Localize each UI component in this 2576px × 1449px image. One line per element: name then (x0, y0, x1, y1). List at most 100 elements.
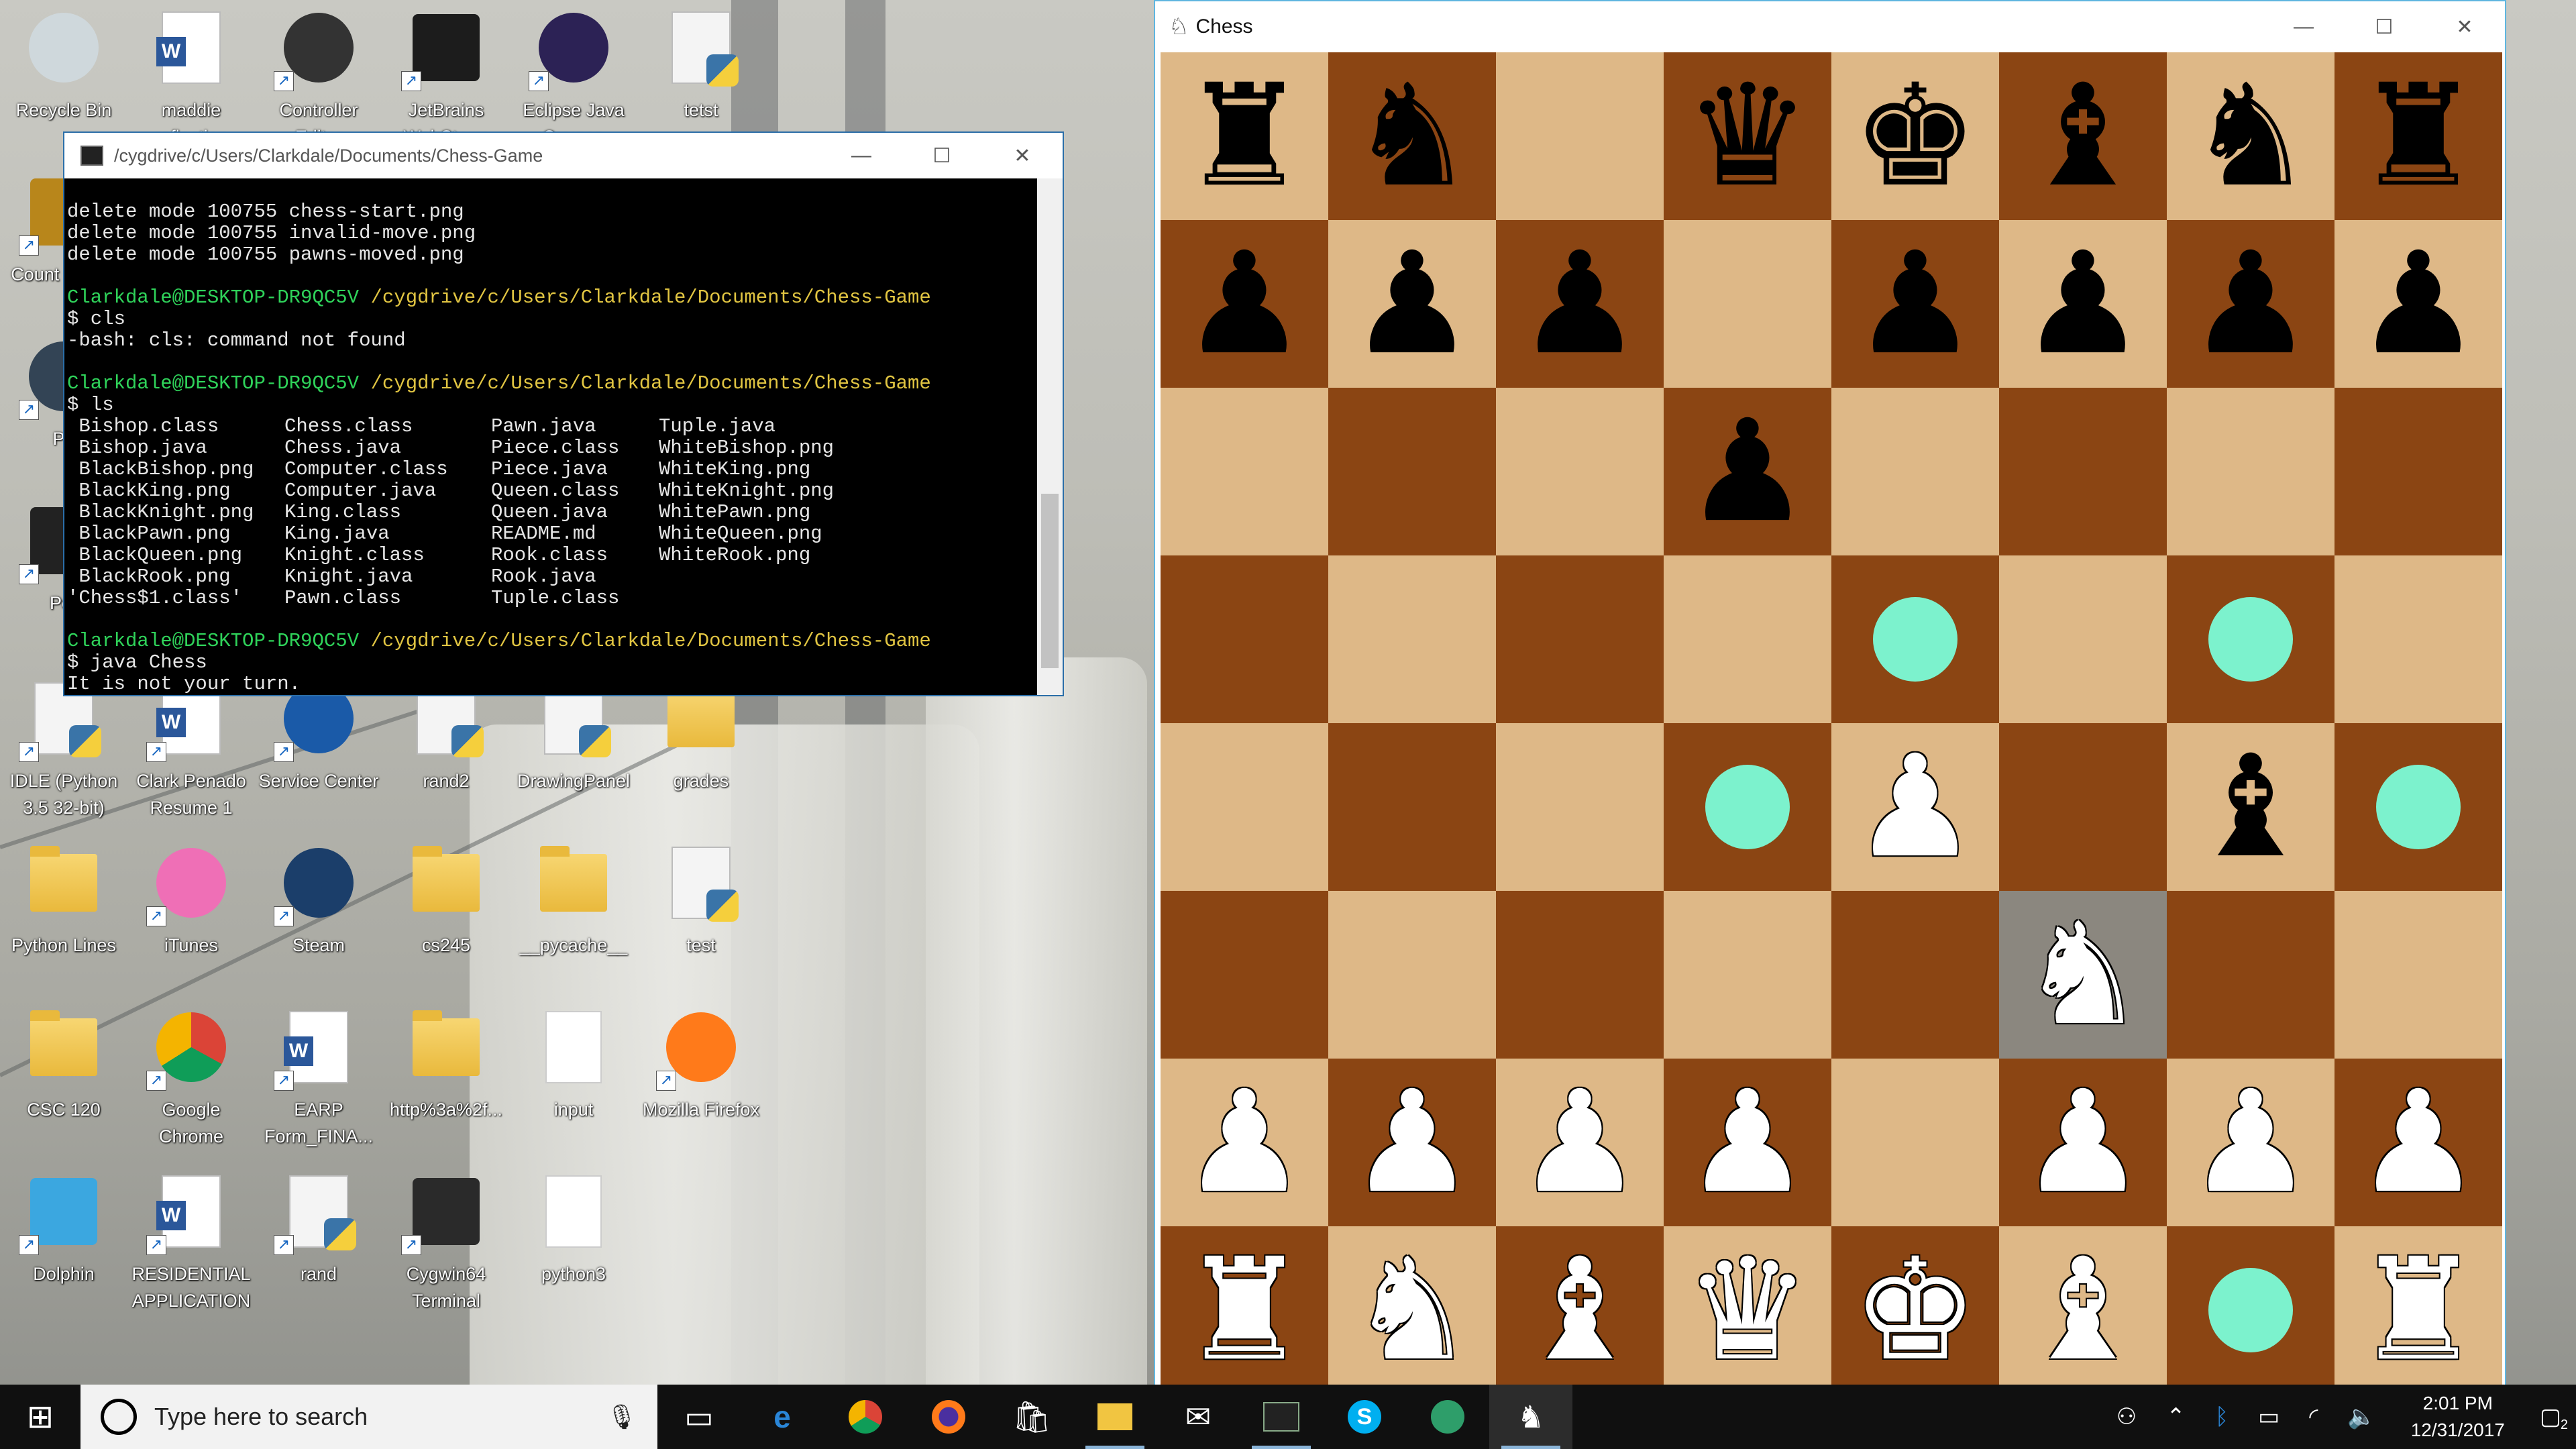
store-icon[interactable]: 🛍 (990, 1385, 1073, 1449)
board-square[interactable]: ♞ (2167, 52, 2334, 220)
board-square[interactable] (1664, 220, 1831, 388)
chess-maximize-button[interactable]: ☐ (2344, 4, 2424, 50)
board-square[interactable] (1999, 723, 2167, 891)
board-square[interactable] (1161, 555, 1328, 723)
desktop-icon-drawingpanel[interactable]: DrawingPanel (510, 674, 637, 835)
notification-center-icon[interactable]: ▢ 2 (2540, 1403, 2568, 1433)
board-square[interactable]: ♟ (2167, 220, 2334, 388)
board-square[interactable] (1831, 1059, 1999, 1226)
board-square[interactable]: ♟ (2334, 1059, 2502, 1226)
terminal-window[interactable]: /cygdrive/c/Users/Clarkdale/Documents/Ch… (63, 131, 1064, 696)
desktop-icon-pythonlines[interactable]: Python Lines (0, 838, 127, 999)
desktop-icon-csc120[interactable]: CSC 120 (0, 1002, 127, 1163)
board-square[interactable]: ♟ (1999, 1059, 2167, 1226)
black-pawn-piece[interactable]: ♟ (1852, 233, 1978, 374)
white-king-piece[interactable]: ♚ (1852, 1240, 1978, 1381)
desktop-icon-itunes[interactable]: ↗ iTunes (127, 838, 255, 999)
board-square[interactable] (1664, 555, 1831, 723)
board-square[interactable] (1831, 891, 1999, 1059)
volume-icon[interactable]: 🔈 (2347, 1403, 2375, 1430)
board-square[interactable]: ♟ (1328, 1059, 1496, 1226)
board-square[interactable]: ♜ (1161, 52, 1328, 220)
white-rook-piece[interactable]: ♜ (2355, 1240, 2481, 1381)
start-button[interactable]: ⊞ (0, 1385, 80, 1449)
chess-titlebar[interactable]: ♘ Chess — ☐ ✕ (1155, 1, 2505, 52)
board-square[interactable]: ♟ (1496, 1059, 1664, 1226)
board-square[interactable] (1496, 723, 1664, 891)
bluetooth-icon[interactable]: ᛒ (2215, 1404, 2229, 1430)
white-rook-piece[interactable]: ♜ (1181, 1240, 1307, 1381)
board-square[interactable]: ♟ (2167, 1059, 2334, 1226)
people-icon[interactable]: ⚇ (2116, 1403, 2137, 1430)
board-square[interactable]: ♜ (2334, 52, 2502, 220)
black-king-piece[interactable]: ♚ (1852, 66, 1978, 207)
desktop-icon-residential[interactable]: W ↗ RESIDENTIAL APPLICATION (127, 1167, 255, 1328)
board-square[interactable] (1664, 891, 1831, 1059)
desktop-icon-earp[interactable]: W ↗ EARP Form_FINA... (255, 1002, 382, 1163)
chevron-up-icon[interactable]: ⌃ (2166, 1403, 2186, 1430)
white-queen-piece[interactable]: ♛ (1684, 1240, 1811, 1381)
black-rook-piece[interactable]: ♜ (1181, 66, 1307, 207)
board-square[interactable] (1161, 891, 1328, 1059)
board-square[interactable] (2334, 723, 2502, 891)
desktop-icon-python3[interactable]: python3 (510, 1167, 637, 1328)
board-square[interactable]: ♟ (1664, 388, 1831, 555)
chess-window[interactable]: ♘ Chess — ☐ ✕ ♜ ♞ ♛ ♚ ♝ ♞ ♜ ♟ ♟ ♟ ♟ ♟ ♟ ♟ ♟ ♟ ♝ ♞ ♟ ♟ ♟ ♟ ♟ ♟ ♟ ♜… (1154, 0, 2506, 1394)
board-square[interactable]: ♟ (1664, 1059, 1831, 1226)
board-square[interactable]: ♛ (1664, 52, 1831, 220)
black-pawn-piece[interactable]: ♟ (1684, 401, 1811, 542)
board-square[interactable] (1831, 388, 1999, 555)
board-square[interactable]: ♟ (1496, 220, 1664, 388)
white-pawn-piece[interactable]: ♟ (2188, 1072, 2314, 1213)
black-bishop-piece[interactable]: ♝ (2188, 737, 2314, 877)
board-square[interactable]: ♝ (1999, 52, 2167, 220)
board-square[interactable] (1161, 723, 1328, 891)
legal-move-marker[interactable] (1873, 597, 1957, 682)
desktop-icon-rand[interactable]: ↗ rand (255, 1167, 382, 1328)
desktop-icon-chrome[interactable]: ↗ Google Chrome (127, 1002, 255, 1163)
board-square[interactable] (2167, 555, 2334, 723)
board-square[interactable] (1664, 723, 1831, 891)
white-knight-piece[interactable]: ♞ (1349, 1240, 1475, 1381)
board-square[interactable]: ♚ (1831, 1226, 1999, 1394)
board-square[interactable]: ♟ (2334, 220, 2502, 388)
desktop-icon-rand2[interactable]: rand2 (382, 674, 510, 835)
chess-close-button[interactable]: ✕ (2424, 4, 2505, 50)
board-square[interactable] (1328, 388, 1496, 555)
desktop-icon-clarkresume[interactable]: W ↗ Clark Penado Resume 1 (127, 674, 255, 835)
terminal-close-button[interactable]: ✕ (982, 133, 1063, 178)
desktop-icon-test[interactable]: test (637, 838, 765, 999)
terminal-output[interactable]: delete mode 100755 chess-start.png delete… (64, 178, 1037, 695)
task-view-button[interactable]: ▭ (657, 1385, 741, 1449)
black-queen-piece[interactable]: ♛ (1684, 66, 1811, 207)
black-pawn-piece[interactable]: ♟ (2355, 233, 2481, 374)
terminal-scrollbar[interactable] (1037, 178, 1063, 695)
desktop-icon-grades[interactable]: grades (637, 674, 765, 835)
board-square[interactable] (2167, 388, 2334, 555)
legal-move-marker[interactable] (2376, 765, 2461, 849)
chess-minimize-button[interactable]: — (2263, 4, 2344, 50)
white-pawn-piece[interactable]: ♟ (1517, 1072, 1643, 1213)
desktop-icon-servicecenter[interactable]: ↗ Service Center (255, 674, 382, 835)
chess-taskbar-icon[interactable]: ♞ (1489, 1385, 1572, 1449)
board-square[interactable]: ♞ (1999, 891, 2167, 1059)
board-square[interactable] (1496, 555, 1664, 723)
white-bishop-piece[interactable]: ♝ (2020, 1240, 2146, 1381)
white-bishop-piece[interactable]: ♝ (1517, 1240, 1643, 1381)
black-knight-piece[interactable]: ♞ (1349, 66, 1475, 207)
skype-icon[interactable]: S (1323, 1385, 1406, 1449)
board-square[interactable] (1328, 891, 1496, 1059)
board-square[interactable] (1328, 723, 1496, 891)
board-square[interactable]: ♚ (1831, 52, 1999, 220)
white-pawn-piece[interactable]: ♟ (2355, 1072, 2481, 1213)
desktop-icon-firefox[interactable]: ↗ Mozilla Firefox (637, 1002, 765, 1163)
board-square[interactable] (2167, 891, 2334, 1059)
desktop-icon-cygwin[interactable]: ↗ Cygwin64 Terminal (382, 1167, 510, 1328)
file-explorer-icon[interactable] (1073, 1385, 1157, 1449)
clock[interactable]: 2:01 PM 12/31/2017 (2411, 1390, 2505, 1444)
board-square[interactable]: ♞ (1328, 52, 1496, 220)
desktop-icon-input[interactable]: input (510, 1002, 637, 1163)
board-square[interactable] (1328, 555, 1496, 723)
black-pawn-piece[interactable]: ♟ (1349, 233, 1475, 374)
board-square[interactable]: ♟ (1161, 220, 1328, 388)
